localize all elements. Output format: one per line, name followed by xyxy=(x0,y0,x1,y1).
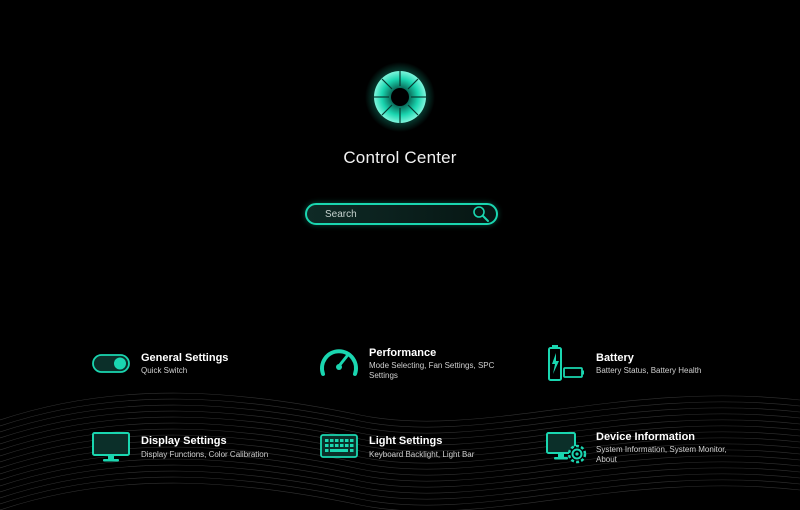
tile-description: Battery Status, Battery Health xyxy=(596,366,702,375)
tile-title: Performance xyxy=(369,347,437,359)
search-input[interactable] xyxy=(325,207,475,221)
speedometer-icon xyxy=(320,349,358,376)
device-settings-icon xyxy=(546,432,587,464)
tile-battery[interactable]: Battery Battery Status, Battery Health xyxy=(546,344,746,389)
tile-description: Keyboard Backlight, Light Bar xyxy=(369,450,475,459)
app-title: Control Center xyxy=(343,148,457,167)
toggle-switch-icon xyxy=(92,354,130,373)
tile-light-settings[interactable]: Light Settings Keyboard Backlight, Light… xyxy=(318,430,518,470)
monitor-icon xyxy=(92,432,130,462)
tile-title: Device Information xyxy=(596,431,696,443)
tile-device-information[interactable]: Device Information System Information, S… xyxy=(546,428,766,473)
tile-description: System Information, System Monitor, Abou… xyxy=(596,445,727,464)
tile-title: General Settings xyxy=(141,352,229,364)
tile-display-settings[interactable]: Display Settings Display Functions, Colo… xyxy=(92,430,292,470)
search-icon[interactable] xyxy=(472,205,490,223)
tile-title: Battery xyxy=(596,352,634,364)
battery-charging-icon xyxy=(548,345,584,381)
tile-general-settings[interactable]: General Settings Quick Switch xyxy=(92,348,292,388)
tile-performance[interactable]: Performance Mode Selecting, Fan Settings… xyxy=(318,344,518,389)
tile-description: Quick Switch xyxy=(141,366,188,375)
search-box[interactable] xyxy=(305,203,498,225)
tile-title: Light Settings xyxy=(369,435,443,447)
tile-description: Mode Selecting, Fan Settings, SPC Settin… xyxy=(369,361,495,380)
tile-description: Display Functions, Color Calibration xyxy=(141,450,269,459)
control-center-logo xyxy=(365,62,435,132)
keyboard-icon xyxy=(320,434,358,458)
tile-title: Display Settings xyxy=(141,435,227,447)
